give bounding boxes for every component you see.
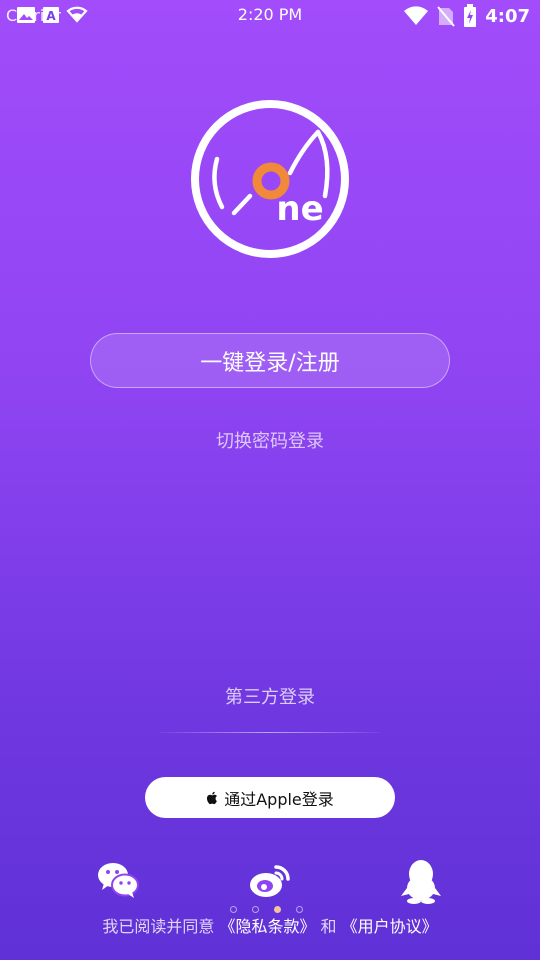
font-a-icon: A	[43, 7, 59, 23]
status-bar: Carrier A 2:20 PM	[0, 0, 540, 32]
status-icons-left: A	[16, 5, 88, 25]
status-icons-right: 4:07	[403, 4, 530, 28]
pager-dot	[252, 906, 259, 913]
weibo-icon[interactable]	[248, 861, 292, 899]
login-screen: Carrier A 2:20 PM	[0, 0, 540, 960]
agreement-prefix: 我已阅读并同意	[102, 917, 215, 936]
app-logo: ne	[191, 100, 349, 258]
no-sim-icon	[437, 6, 455, 27]
one-tap-login-button[interactable]: 一键登录/注册	[90, 333, 450, 388]
wifi-signal-icon	[404, 6, 429, 26]
pager-dot	[230, 906, 237, 913]
pager-dot	[296, 906, 303, 913]
battery-charging-icon	[464, 4, 477, 27]
user-agreement-link[interactable]: 《用户协议》	[342, 917, 438, 936]
wifi-icon	[66, 6, 88, 23]
agreement-conjunction: 和	[320, 917, 337, 936]
third-party-login-title: 第三方登录	[225, 687, 315, 708]
qq-icon[interactable]	[399, 858, 443, 904]
agreement-text: 我已阅读并同意 《隐私条款》 和 《用户协议》	[0, 913, 540, 937]
pager-dot-active	[274, 906, 281, 913]
switch-password-login-link[interactable]: 切换密码登录	[0, 427, 540, 453]
third-party-divider	[160, 732, 380, 733]
battery-text: 4:07	[485, 5, 530, 27]
privacy-policy-link[interactable]: 《隐私条款》	[219, 917, 315, 936]
apple-login-button[interactable]: 通过Apple登录	[145, 777, 395, 818]
image-icon	[17, 7, 35, 23]
wechat-icon[interactable]	[96, 860, 140, 900]
apple-icon	[207, 791, 218, 804]
apple-login-label: 通过Apple登录	[224, 789, 334, 809]
pager-dots	[230, 906, 303, 913]
svg-text:ne: ne	[276, 189, 323, 229]
svg-text:A: A	[46, 9, 56, 23]
